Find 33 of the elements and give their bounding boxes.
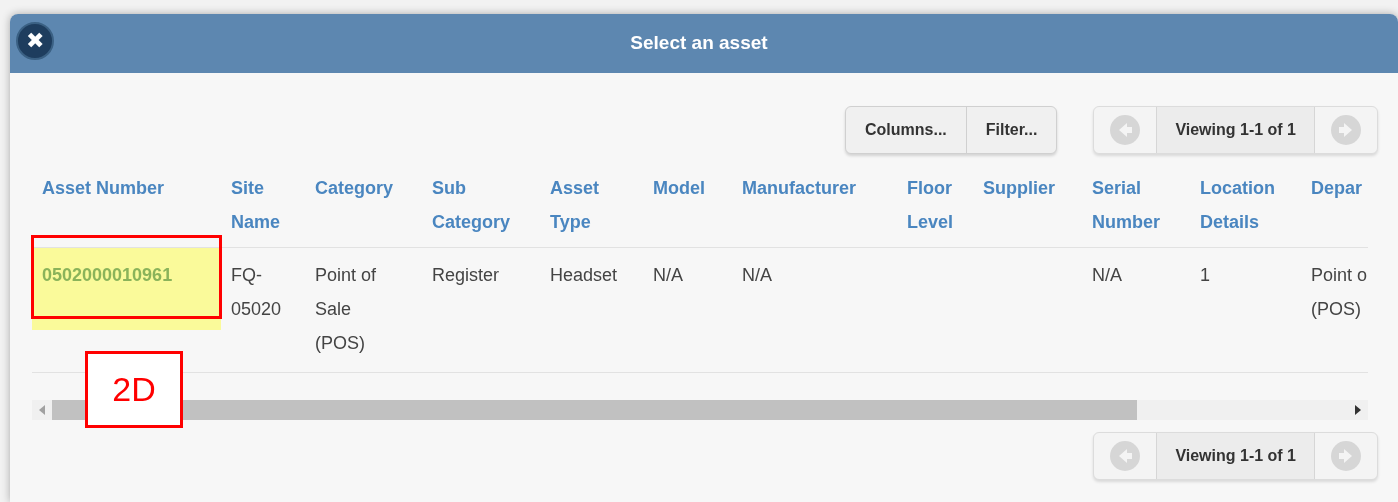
- column-header[interactable]: Serial Number: [1092, 171, 1190, 239]
- column-header[interactable]: Asset Number: [42, 171, 165, 205]
- page-status: Viewing 1-1 of 1: [1156, 433, 1315, 479]
- dialog-title: Select an asset: [630, 31, 768, 56]
- table-cell-text: Point o (POS): [1311, 264, 1368, 321]
- column-header[interactable]: Depar: [1311, 171, 1363, 205]
- column-header[interactable]: Model: [653, 171, 705, 205]
- scroll-right-icon: [1354, 405, 1362, 415]
- horizontal-scrollbar[interactable]: [32, 400, 1368, 420]
- column-header[interactable]: Sub Category: [432, 171, 540, 239]
- column-header[interactable]: Supplier: [983, 171, 1055, 205]
- scrollbar-thumb[interactable]: [52, 400, 1137, 420]
- filter-button[interactable]: Filter...: [965, 107, 1057, 153]
- page-status: Viewing 1-1 of 1: [1156, 107, 1315, 153]
- column-header[interactable]: Category: [315, 171, 394, 205]
- table-cell-text: 1: [1200, 264, 1210, 287]
- table-cell-text: Register: [432, 264, 500, 287]
- table-cell-text: Headset: [550, 264, 618, 287]
- table-cell-text: N/A: [653, 264, 683, 287]
- table-cell-text: N/A: [742, 264, 772, 287]
- asset-number-cell[interactable]: 0502000010961: [32, 248, 221, 330]
- table-cell-text: Point of Sale (POS): [315, 264, 377, 355]
- columns-button[interactable]: Columns...: [846, 107, 966, 153]
- column-header[interactable]: Location Details: [1200, 171, 1301, 239]
- column-header[interactable]: Floor Level: [907, 171, 973, 239]
- column-header[interactable]: Asset Type: [550, 171, 643, 239]
- column-header[interactable]: Manufacturer: [742, 171, 857, 205]
- table-cell-text: FQ- 05020: [231, 264, 282, 321]
- callout-label: 2D: [85, 351, 183, 428]
- scroll-left-icon: [38, 405, 46, 415]
- column-header[interactable]: Site Name: [231, 171, 305, 239]
- table-cell-text: N/A: [1092, 264, 1122, 287]
- close-button[interactable]: ✖: [16, 22, 54, 60]
